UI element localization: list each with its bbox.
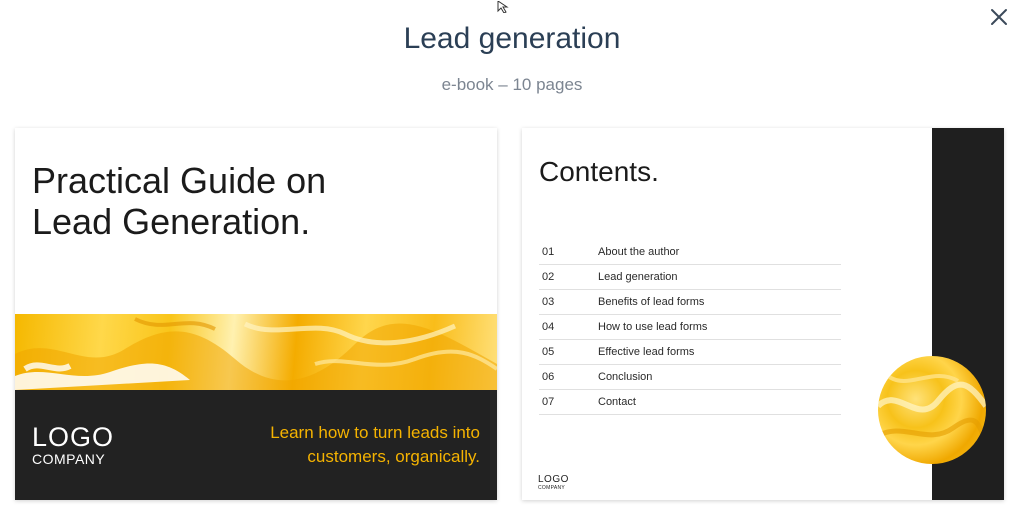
cover-heading-line2: Lead Generation.: [32, 201, 311, 242]
company-logo-small: LOGO COMPANY: [538, 474, 569, 492]
toc-label: Effective lead forms: [598, 346, 695, 358]
toc-item: 05 Effective lead forms: [539, 340, 841, 365]
toc-item: 01 About the author: [539, 240, 841, 265]
yellow-marble-circle: [878, 356, 986, 464]
toc-number: 02: [542, 271, 555, 283]
logo-subtext: COMPANY: [32, 451, 106, 467]
toc-item: 06 Conclusion: [539, 365, 841, 390]
logo-text: LOGO: [538, 474, 569, 485]
toc-label: Conclusion: [598, 371, 653, 383]
mouse-cursor-icon: [497, 0, 511, 14]
toc-label: Lead generation: [598, 271, 678, 283]
cover-tagline: Learn how to turn leads into customers, …: [220, 421, 480, 469]
cover-footer-band: LOGO COMPANY Learn how to turn leads int…: [15, 390, 497, 500]
toc-item: 04 How to use lead forms: [539, 315, 841, 340]
toc-label: About the author: [598, 246, 680, 258]
table-of-contents: 01 About the author 02 Lead generation 03 B…: [539, 240, 841, 415]
toc-number: 05: [542, 346, 555, 358]
toc-label: Benefits of lead forms: [598, 296, 705, 308]
logo-subtext: COMPANY: [538, 485, 566, 491]
toc-number: 04: [542, 321, 555, 333]
logo-text: LOGO: [32, 422, 115, 452]
contents-page-preview[interactable]: Contents. 01 About the author 02 Lead gene…: [522, 128, 1004, 500]
toc-item: 07 Contact: [539, 390, 841, 415]
tagline-line2: customers, organically.: [307, 447, 480, 466]
cover-page-preview[interactable]: Practical Guide on Lead Generation. LOGO…: [15, 128, 497, 500]
toc-item: 02 Lead generation: [539, 265, 841, 290]
toc-number: 03: [542, 296, 555, 308]
cover-heading-line1: Practical Guide on: [32, 160, 327, 201]
toc-label: Contact: [598, 396, 636, 408]
yellow-marble-banner: [15, 314, 497, 390]
toc-number: 01: [542, 246, 555, 258]
contents-title: Contents.: [539, 156, 659, 187]
toc-number: 06: [542, 371, 555, 383]
toc-number: 07: [542, 396, 555, 408]
cover-heading: Practical Guide on Lead Generation.: [32, 160, 472, 242]
toc-label: How to use lead forms: [598, 321, 708, 333]
marble-texture-image: [15, 317, 497, 390]
modal-subtitle: e-book – 10 pages: [441, 75, 583, 94]
toc-item: 03 Benefits of lead forms: [539, 290, 841, 315]
modal-title: Lead generation: [403, 22, 621, 55]
tagline-line1: Learn how to turn leads into: [270, 423, 480, 442]
company-logo: LOGO COMPANY: [32, 423, 114, 467]
circle-marble-texture: [878, 374, 986, 443]
